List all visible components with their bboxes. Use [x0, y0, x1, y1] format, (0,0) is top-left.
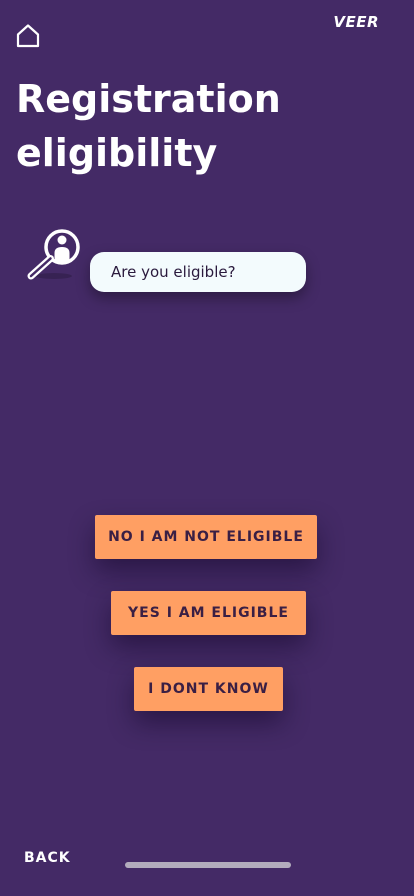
home-icon: [16, 24, 40, 48]
back-button[interactable]: BACK: [24, 850, 71, 866]
home-button[interactable]: [14, 22, 42, 50]
page-title-line-1: Registration: [16, 77, 281, 121]
eligible-button[interactable]: YES I AM ELIGIBLE: [111, 591, 306, 635]
not-eligible-button[interactable]: NO I AM NOT ELIGIBLE: [95, 515, 317, 559]
dont-know-button[interactable]: I DONT KNOW: [134, 667, 283, 711]
page-title: Registration eligibility: [16, 72, 396, 180]
search-person-icon: [27, 229, 80, 280]
page-title-line-2: eligibility: [16, 131, 218, 175]
brand-logo: VEER: [333, 13, 379, 31]
question-bubble: Are you eligible?: [90, 252, 306, 292]
home-indicator-bar: [125, 862, 291, 868]
